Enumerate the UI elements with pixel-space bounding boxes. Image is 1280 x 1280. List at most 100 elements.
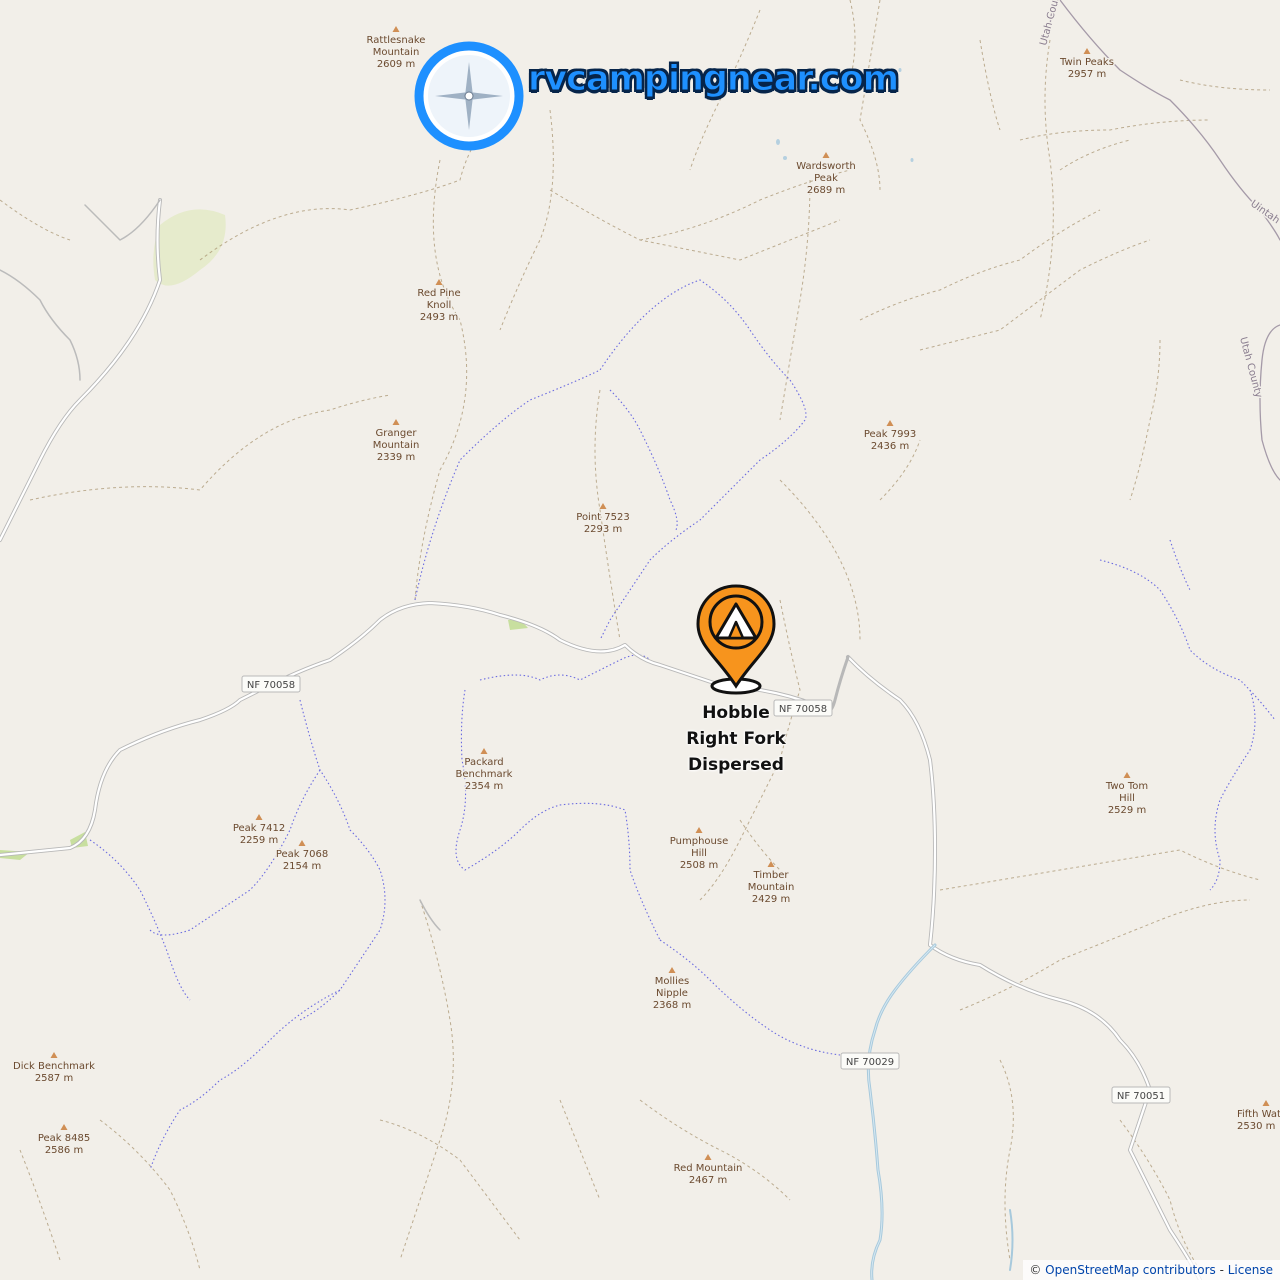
peak-triangle-icon xyxy=(255,814,263,820)
peak-name: Timber xyxy=(753,870,790,881)
peak-marker: Two TomHill2529 m xyxy=(1103,772,1150,818)
peak-marker: Twin Peaks2957 m xyxy=(1058,48,1115,82)
peak-name: Dick Benchmark xyxy=(13,1061,95,1072)
peak-elevation: 2587 m xyxy=(35,1073,73,1084)
river-layer xyxy=(866,943,1014,1280)
peak-elevation: 2154 m xyxy=(283,861,321,872)
peak-triangle-icon xyxy=(822,152,830,158)
peak-name: Knoll xyxy=(427,300,452,311)
peak-name: Packard xyxy=(464,757,503,768)
admin-label-uintah: Uintah xyxy=(1248,198,1280,226)
peak-name: Mountain xyxy=(748,882,795,893)
peak-name: Benchmark xyxy=(456,769,513,780)
peak-marker: Dick Benchmark2587 m xyxy=(12,1052,97,1086)
peak-elevation: 2293 m xyxy=(584,524,622,535)
road-label: NF 70058 xyxy=(241,675,301,693)
peak-name: Mountain xyxy=(373,440,420,451)
admin-label-utah-county-top: Utah Coun xyxy=(1038,0,1062,47)
peak-elevation: 2529 m xyxy=(1108,805,1146,816)
admin-label-utah-county: Utah County xyxy=(1237,336,1264,399)
peak-marker: Fifth Wat2530 m xyxy=(1236,1100,1280,1134)
road-label: NF 70051 xyxy=(1111,1086,1171,1104)
svg-text:NF 70058: NF 70058 xyxy=(247,680,295,691)
peak-marker: Peak 70682154 m xyxy=(274,840,330,874)
tent-marker-icon[interactable] xyxy=(694,582,778,698)
peak-name: Hill xyxy=(691,848,707,859)
map-canvas[interactable]: Utah Coun Uintah Utah County NF 70058 NF… xyxy=(0,0,1280,1280)
peak-elevation: 2609 m xyxy=(377,59,415,70)
svg-text:NF 70029: NF 70029 xyxy=(846,1057,894,1068)
peak-triangle-icon xyxy=(886,420,894,426)
peak-triangle-icon xyxy=(50,1052,58,1058)
osm-attribution-link[interactable]: OpenStreetMap contributors xyxy=(1045,1263,1216,1277)
road-label: NF 70029 xyxy=(840,1052,900,1070)
peak-elevation: 2368 m xyxy=(653,1000,691,1011)
peak-triangle-icon xyxy=(298,840,306,846)
peak-elevation: 2429 m xyxy=(752,894,790,905)
peak-elevation: 2586 m xyxy=(45,1145,83,1156)
peak-name: Red Mountain xyxy=(674,1163,743,1174)
peak-triangle-icon xyxy=(1123,772,1131,778)
peak-triangle-icon xyxy=(599,503,607,509)
peak-marker: Peak 84852586 m xyxy=(36,1124,92,1158)
peak-marker: PumphouseHill2508 m xyxy=(668,827,730,873)
brand-name: rvcampingnear.com xyxy=(527,59,899,100)
trails-layer xyxy=(0,0,1271,1271)
peak-name: Peak 7068 xyxy=(276,849,328,860)
peak-marker: MolliesNipple2368 m xyxy=(651,967,693,1013)
peak-elevation: 2508 m xyxy=(680,860,718,871)
meadow-area xyxy=(153,209,226,286)
peak-triangle-icon xyxy=(1262,1100,1270,1106)
svg-text:NF 70051: NF 70051 xyxy=(1117,1091,1165,1102)
peak-name: Peak 8485 xyxy=(38,1133,90,1144)
peak-name: Point 7523 xyxy=(576,512,629,523)
attribution-separator: - xyxy=(1215,1263,1228,1277)
peak-marker: TimberMountain2429 m xyxy=(746,861,796,907)
map-attribution: © OpenStreetMap contributors - License xyxy=(1023,1260,1280,1280)
peak-name: Granger xyxy=(376,428,418,439)
peak-elevation: 2689 m xyxy=(807,185,845,196)
peak-elevation: 2436 m xyxy=(871,441,909,452)
brand-watermark: rvcampingnear.com xyxy=(414,40,900,152)
peak-elevation: 2493 m xyxy=(420,312,458,323)
compass-icon xyxy=(414,41,524,151)
peak-triangle-icon xyxy=(392,419,400,425)
peak-triangle-icon xyxy=(60,1124,68,1130)
peak-name: Peak 7993 xyxy=(864,429,916,440)
peak-triangle-icon xyxy=(695,827,703,833)
peak-name: Two Tom xyxy=(1105,781,1148,792)
peak-triangle-icon xyxy=(392,26,400,32)
peak-name: Peak 7412 xyxy=(233,823,285,834)
peak-marker: Red Mountain2467 m xyxy=(672,1154,744,1188)
peak-elevation: 2530 m xyxy=(1237,1121,1275,1132)
peak-triangle-icon xyxy=(1083,48,1091,54)
peak-elevation: 2259 m xyxy=(240,835,278,846)
peak-name: Mollies xyxy=(655,976,689,987)
peak-elevation: 2957 m xyxy=(1068,69,1106,80)
peak-name: Mountain xyxy=(373,47,420,58)
attribution-prefix: © xyxy=(1029,1263,1046,1277)
peak-marker: PackardBenchmark2354 m xyxy=(454,748,514,794)
peak-name: Twin Peaks xyxy=(1059,57,1114,68)
peak-triangle-icon xyxy=(767,861,775,867)
peak-marker: WardsworthPeak2689 m xyxy=(795,152,857,198)
peak-marker: Peak 79932436 m xyxy=(862,420,918,454)
peak-triangle-icon xyxy=(668,967,676,973)
peak-name: Wardsworth xyxy=(796,161,856,172)
peak-marker: Point 75232293 m xyxy=(575,503,631,537)
peak-name: Peak xyxy=(814,173,838,184)
peak-marker: Peak 74122259 m xyxy=(231,814,287,848)
license-link[interactable]: License xyxy=(1228,1263,1273,1277)
peak-name: Hill xyxy=(1119,793,1135,804)
peak-triangle-icon xyxy=(704,1154,712,1160)
peak-name: Nipple xyxy=(656,988,688,999)
peak-elevation: 2339 m xyxy=(377,452,415,463)
peak-name: Fifth Wat xyxy=(1237,1109,1280,1120)
peak-marker: Red PineKnoll2493 m xyxy=(416,279,462,325)
peak-name: Pumphouse xyxy=(670,836,728,847)
peak-elevation: 2354 m xyxy=(465,781,503,792)
peak-name: Red Pine xyxy=(417,288,460,299)
peak-marker: GrangerMountain2339 m xyxy=(371,419,421,465)
roads-layer xyxy=(0,0,1280,1280)
campsite-label[interactable]: Hobble Right Fork Dispersed xyxy=(676,700,796,778)
